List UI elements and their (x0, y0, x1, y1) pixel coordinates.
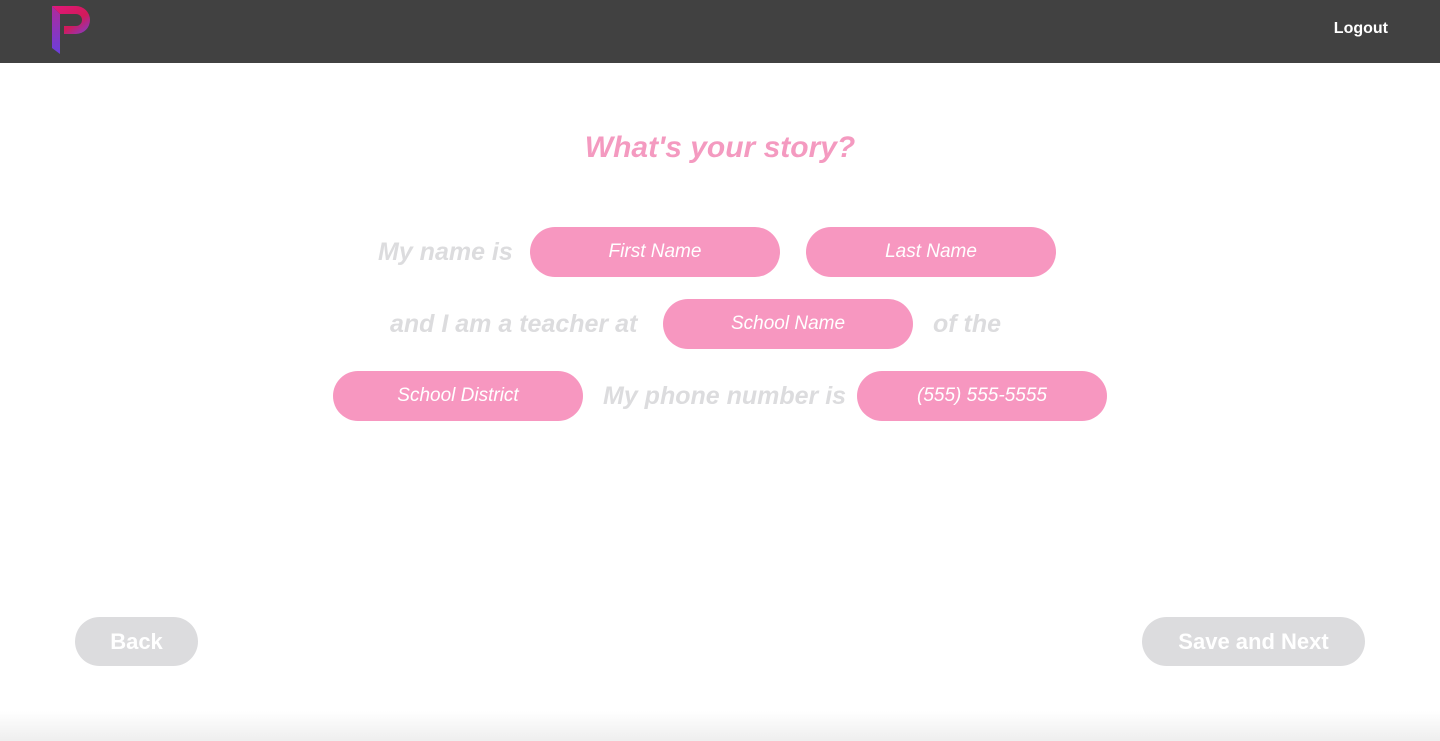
phrase-teacher-at: and I am a teacher at (390, 310, 638, 338)
page-title: What's your story? (584, 131, 856, 164)
phrase-phone-number-is: My phone number is (603, 382, 847, 410)
save-and-next-button[interactable]: Save and Next (1142, 617, 1365, 666)
brand-p-logo-icon[interactable] (50, 4, 94, 56)
phrase-of-the: of the (933, 310, 1002, 338)
logout-link[interactable]: Logout (1334, 20, 1388, 38)
first-name-input[interactable] (530, 227, 780, 277)
school-district-input[interactable] (333, 371, 583, 421)
school-name-input[interactable] (663, 299, 913, 349)
phrase-my-name-is: My name is (378, 238, 513, 266)
back-button[interactable]: Back (75, 617, 198, 666)
phone-number-input[interactable] (857, 371, 1107, 421)
bottom-shadow-divider (0, 711, 1440, 741)
last-name-input[interactable] (806, 227, 1056, 277)
top-nav-bar: Logout (0, 0, 1440, 63)
